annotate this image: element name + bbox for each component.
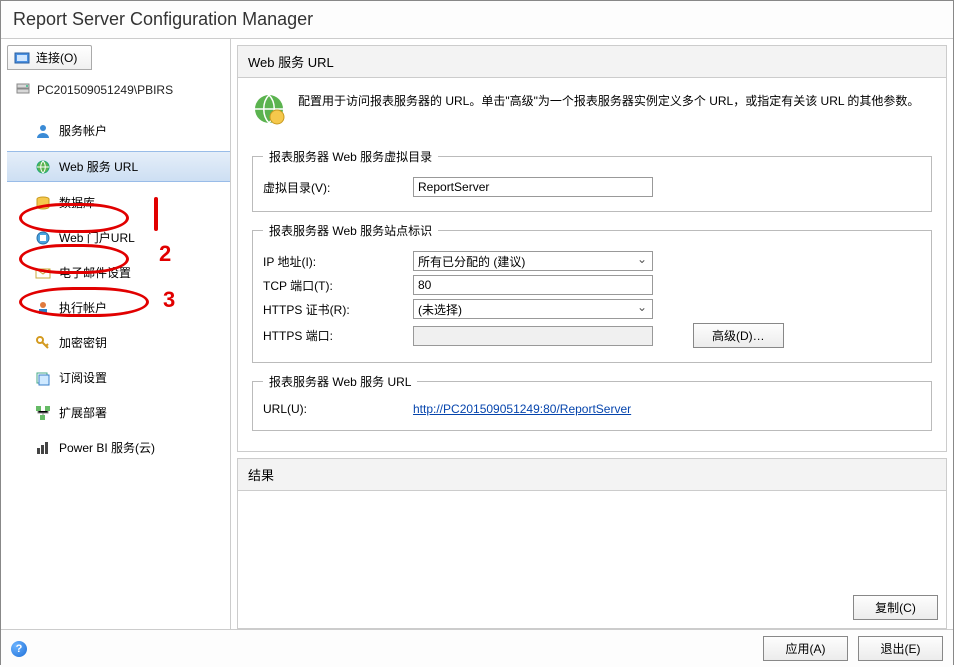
results-header: 结果 xyxy=(238,459,946,491)
portal-icon xyxy=(35,230,51,246)
sidebar-item-web-portal-url[interactable]: Web 门户URL xyxy=(7,223,230,252)
advanced-button[interactable]: 高级(D)… xyxy=(693,323,784,348)
exit-button[interactable]: 退出(E) xyxy=(858,636,943,661)
content-panel: Web 服务 URL 配置用于访问报表服务器的 URL。单击"高级"为一个报表服… xyxy=(231,39,953,629)
intro-text: 配置用于访问报表服务器的 URL。单击"高级"为一个报表服务器实例定义多个 UR… xyxy=(298,92,919,110)
tcp-port-input[interactable] xyxy=(413,275,653,295)
ip-address-select[interactable] xyxy=(413,251,653,271)
key-icon xyxy=(35,335,51,351)
virtual-directory-group: 报表服务器 Web 服务虚拟目录 虚拟目录(V): xyxy=(252,148,932,212)
url-link[interactable]: http://PC201509051249:80/ReportServer xyxy=(413,402,631,416)
sidebar-item-power-bi-cloud[interactable]: Power BI 服务(云) xyxy=(7,433,230,462)
sidebar-item-email-settings[interactable]: 电子邮件设置 xyxy=(7,258,230,287)
https-cert-select[interactable] xyxy=(413,299,653,319)
sidebar-item-web-service-url[interactable]: Web 服务 URL xyxy=(7,151,230,182)
globe-icon xyxy=(35,159,51,175)
url-label: URL(U): xyxy=(263,402,413,416)
connect-button[interactable]: 连接(O) xyxy=(7,45,92,70)
footer: ? 应用(A) 退出(E) xyxy=(1,629,953,667)
tcp-port-label: TCP 端口(T): xyxy=(263,277,413,294)
connect-label: 连接(O) xyxy=(36,49,77,66)
server-icon xyxy=(15,82,31,98)
sidebar-item-database[interactable]: 数据库 xyxy=(7,188,230,217)
https-port-label: HTTPS 端口: xyxy=(263,327,413,344)
copy-button[interactable]: 复制(C) xyxy=(853,595,938,620)
https-cert-label: HTTPS 证书(R): xyxy=(263,301,413,318)
sidebar-item-service-account[interactable]: 服务帐户 xyxy=(7,116,230,145)
sidebar: 连接(O) PC201509051249\PBIRS 服务帐户 Web 服务 U… xyxy=(1,39,231,629)
connect-icon xyxy=(14,50,30,66)
execution-icon xyxy=(35,300,51,316)
apply-button[interactable]: 应用(A) xyxy=(763,636,848,661)
virtual-dir-label: 虚拟目录(V): xyxy=(263,179,413,196)
https-port-input[interactable] xyxy=(413,326,653,346)
help-icon[interactable]: ? xyxy=(11,641,27,657)
ip-address-label: IP 地址(I): xyxy=(263,253,413,270)
account-icon xyxy=(35,123,51,139)
scale-out-icon xyxy=(35,405,51,421)
url-group: 报表服务器 Web 服务 URL URL(U): http://PC201509… xyxy=(252,373,932,431)
sidebar-item-execution-account[interactable]: 执行帐户 xyxy=(7,293,230,322)
site-identity-group: 报表服务器 Web 服务站点标识 IP 地址(I): TCP 端口(T): HT… xyxy=(252,222,932,363)
database-icon xyxy=(35,195,51,211)
virtual-dir-input[interactable] xyxy=(413,177,653,197)
sidebar-item-subscription-settings[interactable]: 订阅设置 xyxy=(7,363,230,392)
window-title: Report Server Configuration Manager xyxy=(1,1,953,39)
mail-icon xyxy=(35,265,51,281)
sidebar-item-encryption-keys[interactable]: 加密密钥 xyxy=(7,328,230,357)
panel-header: Web 服务 URL xyxy=(237,45,947,78)
subscription-icon xyxy=(35,370,51,386)
results-body: 复制(C) xyxy=(238,491,946,628)
results-panel: 结果 复制(C) xyxy=(237,458,947,629)
intro-globe-icon xyxy=(252,92,286,126)
server-name: PC201509051249\PBIRS xyxy=(7,70,230,110)
sidebar-item-scale-out[interactable]: 扩展部署 xyxy=(7,398,230,427)
power-bi-icon xyxy=(35,440,51,456)
